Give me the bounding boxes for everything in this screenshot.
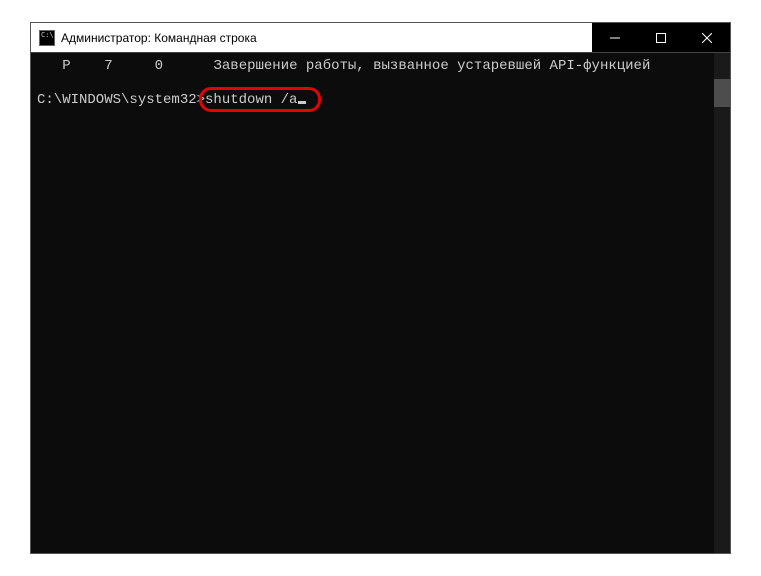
window-title: Администратор: Командная строка	[61, 31, 592, 45]
maximize-button[interactable]	[638, 23, 684, 52]
prompt-line: C:\WINDOWS\system32>shutdown /a	[37, 91, 724, 109]
scrollbar-thumb[interactable]	[714, 79, 730, 107]
titlebar[interactable]: C:\ Администратор: Командная строка	[31, 23, 730, 53]
minimize-button[interactable]	[592, 23, 638, 52]
prompt-path: C:\WINDOWS\system32>	[37, 91, 205, 109]
scrollbar[interactable]	[714, 53, 730, 553]
window-controls	[592, 23, 730, 52]
cmd-icon: C:\	[39, 30, 55, 46]
command-prompt-window: C:\ Администратор: Командная строка P 7 …	[30, 22, 731, 554]
terminal-output[interactable]: P 7 0 Завершение работы, вызванное устар…	[31, 53, 730, 553]
command-input[interactable]: shutdown /a	[205, 91, 306, 109]
cursor-icon	[298, 101, 306, 104]
close-button[interactable]	[684, 23, 730, 52]
output-line: P 7 0 Завершение работы, вызванное устар…	[37, 57, 724, 75]
